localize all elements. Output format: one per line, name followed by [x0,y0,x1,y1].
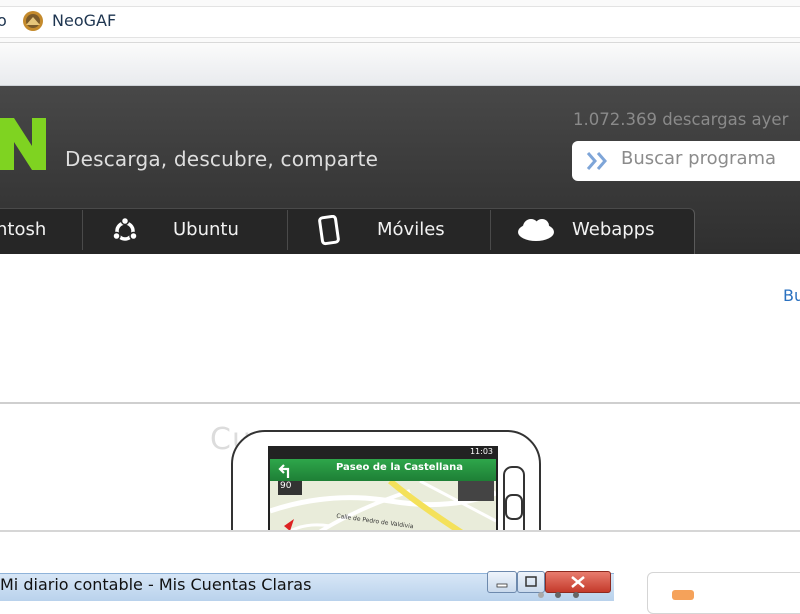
address-bar-area[interactable] [0,6,800,38]
next-turn-box [458,481,494,501]
site-logo[interactable] [0,118,46,170]
minimize-button[interactable] [487,571,517,593]
search-placeholder: Buscar programa [621,148,777,169]
phone-status-bar: 11:03 [270,448,496,459]
side-panel [647,572,800,614]
tab-divider [490,210,491,250]
tab-moviles[interactable]: Móviles [377,219,445,240]
window-controls [487,571,611,593]
street-name: Paseo de la Castellana [336,462,464,473]
site-tagline: Descarga, descubre, comparte [65,147,379,171]
side-panel-heading [672,590,694,600]
bookmark-neogaf[interactable]: NeoGAF [52,11,116,30]
minimize-icon [496,583,508,588]
downloads-counter: 1.072.369 descargas ayer [573,110,789,129]
turn-left-icon [278,464,290,478]
partial-link[interactable]: Bu [783,286,800,305]
bookmark-partial[interactable]: o [0,11,7,30]
maximize-button[interactable] [517,571,545,593]
subnav-band [0,254,800,320]
phone-time: 11:03 [469,447,493,456]
cloud-icon [518,219,554,241]
tab-ubuntu[interactable]: Ubuntu [173,219,239,240]
maximize-icon [525,576,537,587]
ubuntu-icon [112,216,138,241]
speed-value: 90 [280,481,292,491]
phone-trackball [505,494,523,520]
tab-macintosh[interactable]: ntosh [0,219,46,240]
phone-screen: 11:03 Paseo de la Castellana 90 Calle de… [268,446,498,540]
carousel-dot[interactable] [555,592,561,598]
mobile-icon [318,215,340,246]
carousel-dot[interactable] [573,592,579,598]
page-gap [0,320,800,404]
close-button[interactable] [545,571,611,593]
neogaf-icon [23,11,43,31]
window-title: Mi diario contable - Mis Cuentas Claras [0,575,312,594]
tab-webapps[interactable]: Webapps [572,219,655,240]
bookmarks-bar [0,43,800,86]
carousel-dot[interactable] [538,592,544,598]
search-chevron-icon [586,152,607,170]
close-icon [571,576,585,588]
tab-divider [287,210,288,250]
tab-divider [82,210,83,250]
